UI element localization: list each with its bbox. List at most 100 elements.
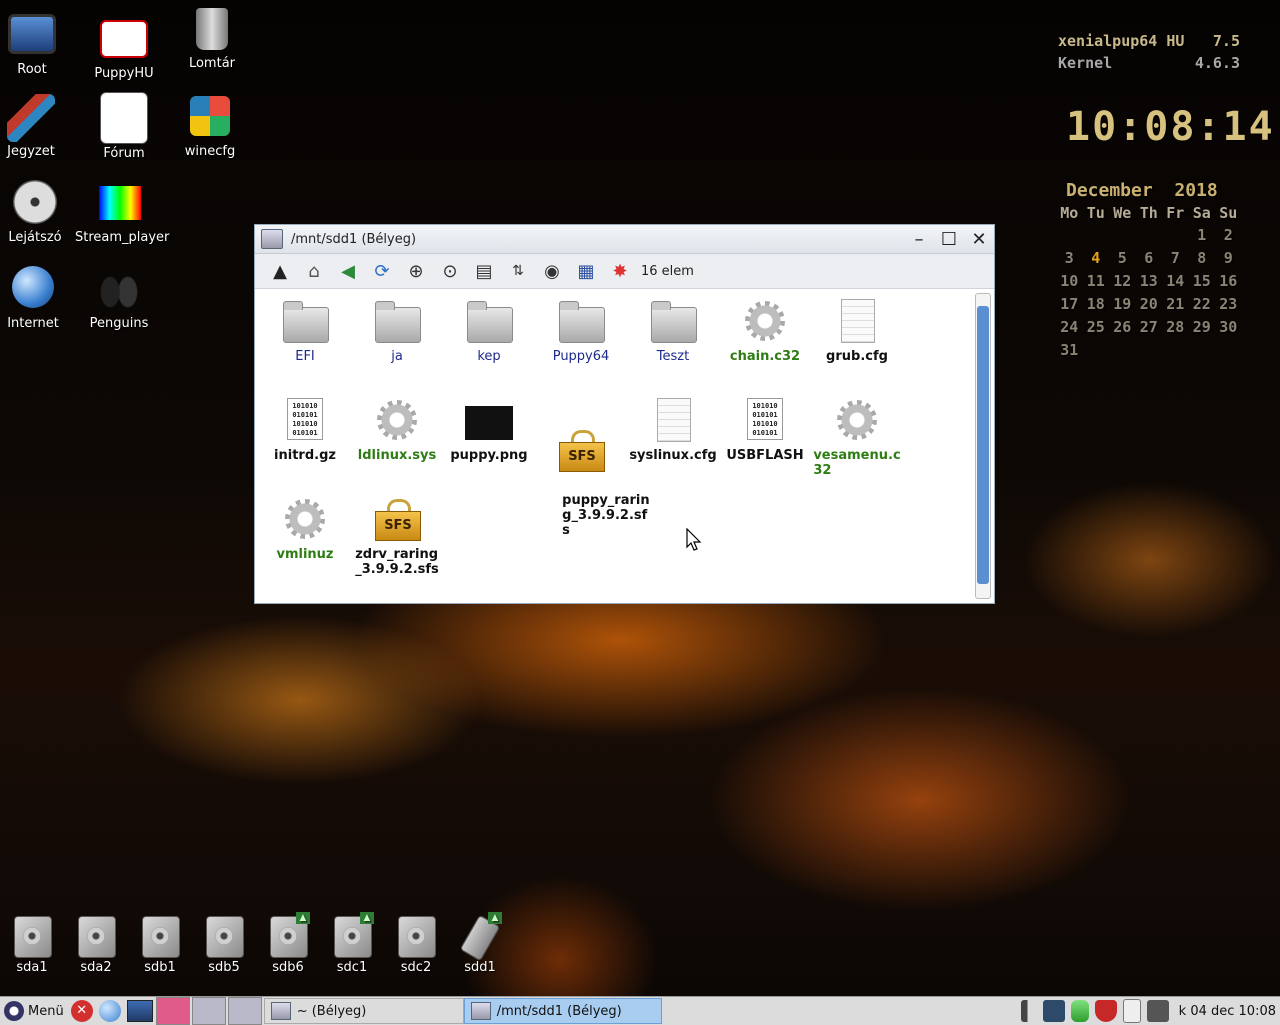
file-item-puppy-sfs[interactable]: SFS puppy_rarin g_3.9.9.2.sf s: [535, 396, 650, 553]
drive-icon-sdc1[interactable]: ▲ sdc1: [322, 912, 382, 975]
color-spectrum-icon: [99, 186, 141, 220]
calendar-week: 31: [1056, 338, 1242, 361]
file-toolbar: ▲ ⌂ ◀ ⟳ ⊕ ⊙ ▤ ⇅ ◉ ▦ ✸ 16 elem: [255, 254, 994, 289]
calendar-day: 27: [1139, 317, 1158, 336]
weekday: Th: [1139, 204, 1158, 222]
calendar-day: 9: [1223, 248, 1233, 267]
calendar-day: 30: [1219, 317, 1238, 336]
back-icon[interactable]: ◀: [331, 257, 365, 285]
scrollbar-thumb[interactable]: [977, 306, 989, 584]
folder-icon: [283, 301, 329, 343]
task-home-window[interactable]: ~ (Bélyeg): [263, 998, 464, 1024]
desktop-icon-label: Stream_player: [75, 230, 170, 245]
file-item-chain-c32[interactable]: chain.c32: [719, 297, 811, 364]
up-arrow-icon[interactable]: ▲: [263, 257, 297, 285]
file-item-puppy-png[interactable]: puppy.png: [443, 396, 535, 463]
start-menu-button[interactable]: Menü: [0, 999, 68, 1023]
help-lifebuoy-icon[interactable]: ✸: [603, 257, 637, 285]
desktop-icon-player[interactable]: Lejátszó: [0, 180, 80, 245]
refresh-icon[interactable]: ⟳: [365, 257, 399, 285]
vertical-scrollbar[interactable]: [975, 293, 991, 599]
workspace-3-button[interactable]: [227, 997, 262, 1025]
close-button[interactable]: ✕: [964, 229, 994, 250]
desktop-icon-internet[interactable]: Internet: [0, 266, 78, 331]
minimize-button[interactable]: –: [904, 229, 934, 250]
file-item-efi[interactable]: EFI: [259, 297, 351, 364]
firewall-shield-icon[interactable]: [1094, 1000, 1117, 1022]
browser-globe-icon[interactable]: [98, 1000, 121, 1022]
file-item-ldlinux-sys[interactable]: ldlinux.sys: [351, 396, 443, 463]
eye-icon[interactable]: ◉: [535, 257, 569, 285]
calendar-day: [1109, 223, 1136, 246]
show-desktop-icon[interactable]: [126, 1000, 153, 1022]
binary-file-icon: 101010 010101 101010 010101: [747, 398, 783, 440]
logout-icon[interactable]: ✕: [70, 1000, 93, 1022]
desktop-icon-forum[interactable]: Fórum: [79, 92, 169, 161]
drive-icon-sdb5[interactable]: sdb5: [194, 912, 254, 975]
list-view-icon[interactable]: ▤: [467, 257, 501, 285]
desktop-icon-winecfg[interactable]: winecfg: [165, 96, 255, 159]
file-item-grub-cfg[interactable]: grub.cfg: [811, 297, 903, 364]
network-icon[interactable]: [1042, 1000, 1065, 1022]
feather-pen-icon: [7, 94, 55, 142]
file-item-kep[interactable]: kep: [443, 297, 535, 364]
file-item-teszt[interactable]: Teszt: [627, 297, 719, 364]
folder-icon: [559, 301, 605, 343]
desktop-icon-label: Lejátszó: [8, 230, 62, 245]
file-item-puppy64[interactable]: Puppy64: [535, 297, 627, 364]
sort-icon[interactable]: ⇅: [501, 257, 535, 285]
file-item-usbflash[interactable]: 101010 010101 101010 010101 USBFLASH: [719, 396, 811, 463]
calendar-day-today: 4: [1091, 248, 1101, 267]
desktop-icon-penguins[interactable]: Penguins: [74, 270, 164, 331]
disk-usage-icon[interactable]: [1070, 1000, 1089, 1022]
calendar-day: 10: [1060, 271, 1079, 290]
desktop-icon-puppyhu[interactable]: PuppyHU: [79, 14, 169, 81]
calendar-week: 24 25 26 27 28 29 30: [1056, 315, 1242, 338]
calendar-day: 28: [1166, 317, 1185, 336]
clipboard-icon[interactable]: [1122, 999, 1141, 1023]
desktop-icon-jegyzet[interactable]: Jegyzet: [0, 94, 76, 159]
drive-icon-sdb6[interactable]: ▲ sdb6: [258, 912, 318, 975]
zoom-fit-icon[interactable]: ⊙: [433, 257, 467, 285]
hard-disk-icon: [142, 916, 180, 958]
file-item-syslinux-cfg[interactable]: syslinux.cfg: [627, 396, 719, 463]
drive-icon-sda2[interactable]: sda2: [66, 912, 126, 975]
hard-disk-icon: [78, 916, 116, 958]
zoom-in-icon[interactable]: ⊕: [399, 257, 433, 285]
power-status-icon[interactable]: [1146, 1000, 1169, 1022]
desktop-icon-trash[interactable]: Lomtár: [167, 8, 257, 71]
file-name: syslinux.cfg: [629, 448, 717, 463]
file-item-zdrv-sfs[interactable]: SFS zdrv_raring _3.9.9.2.sfs: [351, 495, 443, 577]
maximize-button[interactable]: ☐: [934, 229, 964, 250]
file-name: kep: [477, 349, 501, 364]
monitor-icon: [8, 14, 56, 54]
workspace-2-button[interactable]: [191, 997, 226, 1025]
file-item-vmlinuz[interactable]: vmlinuz: [259, 495, 351, 562]
file-name: Puppy64: [552, 349, 610, 364]
calendar-day: 14: [1166, 271, 1185, 290]
drive-icon-sdc2[interactable]: sdc2: [386, 912, 446, 975]
taskbar-clock[interactable]: k 04 dec 10:08: [1179, 1004, 1276, 1019]
calendar-day: 26: [1113, 317, 1132, 336]
desktop-icon-label: Lomtár: [188, 56, 236, 71]
calendar-day: 22: [1192, 294, 1211, 313]
home-icon[interactable]: ⌂: [297, 257, 331, 285]
calendar-grid: Mo Tu We Th Fr Sa Su 12 3456789 10 11 12 13…: [1056, 203, 1242, 361]
file-name: ja: [391, 349, 403, 364]
desktop-icon-root[interactable]: Root: [0, 8, 77, 77]
workspace-1-button[interactable]: [155, 997, 190, 1025]
task-sdd1-window[interactable]: /mnt/sdd1 (Bélyeg): [463, 998, 662, 1024]
drive-label: sdc1: [336, 960, 368, 975]
file-item-ja[interactable]: ja: [351, 297, 443, 364]
details-view-icon[interactable]: ▦: [569, 257, 603, 285]
drive-icon-sdb1[interactable]: sdb1: [130, 912, 190, 975]
drive-icon-sdd1[interactable]: ▲ sdd1: [450, 912, 510, 975]
desktop-icon-stream-player[interactable]: Stream_player: [75, 184, 170, 245]
file-manager-window[interactable]: /mnt/sdd1 (Bélyeg) – ☐ ✕ ▲ ⌂ ◀ ⟳ ⊕ ⊙ ▤ ⇅…: [254, 224, 995, 604]
file-item-vesamenu-c32[interactable]: vesamenu.c 32: [811, 396, 903, 478]
volume-icon[interactable]: [1020, 1000, 1037, 1022]
drive-icon-sda1[interactable]: sda1: [2, 912, 62, 975]
file-item-initrd-gz[interactable]: 101010 010101 101010 010101 initrd.gz: [259, 396, 351, 463]
calendar-day: [1083, 338, 1110, 361]
window-titlebar[interactable]: /mnt/sdd1 (Bélyeg) – ☐ ✕: [255, 225, 994, 254]
